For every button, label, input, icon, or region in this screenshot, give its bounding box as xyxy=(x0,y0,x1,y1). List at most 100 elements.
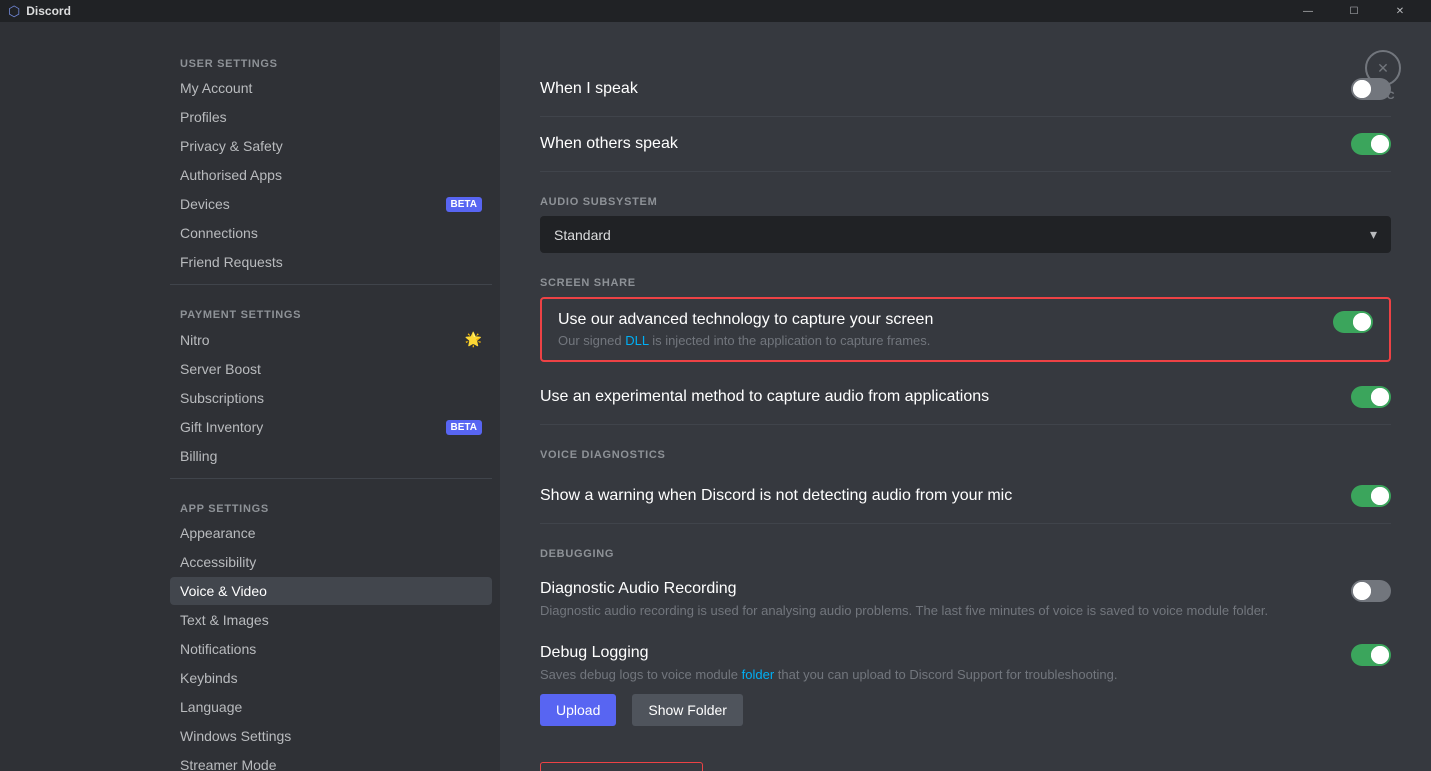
advanced-capture-toggle-circle: ✓ xyxy=(1353,313,1371,331)
voice-warning-toggle-circle: ✓ xyxy=(1371,487,1389,505)
advanced-capture-desc: Our signed DLL is injected into the appl… xyxy=(558,333,1317,348)
sidebar-item-label: Accessibility xyxy=(180,554,256,570)
divider-1 xyxy=(170,284,492,285)
sidebar-item-profiles[interactable]: Profiles xyxy=(170,103,492,131)
toggle-check-icon-2: ✓ xyxy=(1357,316,1366,329)
sidebar-inner: USER SETTINGS My Account Profiles Privac… xyxy=(0,22,500,771)
content-area: ✕ ESC When I speak ✕ When others speak ✓… xyxy=(500,22,1431,771)
sidebar-item-label: Billing xyxy=(180,448,217,464)
payment-settings-section-label: PAYMENT SETTINGS xyxy=(170,293,492,325)
sidebar-item-privacy-safety[interactable]: Privacy & Safety xyxy=(170,132,492,160)
sidebar-item-friend-requests[interactable]: Friend Requests xyxy=(170,248,492,276)
sidebar-item-label: Language xyxy=(180,699,242,715)
maximize-button[interactable]: ☐ xyxy=(1331,0,1377,22)
close-button[interactable]: ✕ xyxy=(1377,0,1423,22)
voice-warning-toggle[interactable]: ✓ xyxy=(1351,485,1391,507)
title-bar-left: ⬡ Discord xyxy=(8,3,71,20)
when-others-speak-toggle-circle: ✓ xyxy=(1371,135,1389,153)
advanced-capture-toggle[interactable]: ✓ xyxy=(1333,311,1373,333)
sidebar-item-label: Profiles xyxy=(180,109,227,125)
sidebar-item-notifications[interactable]: Notifications xyxy=(170,635,492,663)
debugging-section-header: DEBUGGING xyxy=(540,548,1391,560)
sidebar-item-gift-inventory[interactable]: Gift Inventory BETA xyxy=(170,413,492,441)
toggle-x-icon: ✕ xyxy=(1357,83,1366,96)
devices-beta-badge: BETA xyxy=(446,197,482,212)
experimental-audio-label: Use an experimental method to capture au… xyxy=(540,388,989,406)
sidebar-item-accessibility[interactable]: Accessibility xyxy=(170,548,492,576)
advanced-capture-dll-link[interactable]: DLL xyxy=(625,333,648,348)
experimental-audio-toggle-circle: ✓ xyxy=(1371,388,1389,406)
sidebar-item-streamer-mode[interactable]: Streamer Mode xyxy=(170,751,492,771)
minimize-button[interactable]: — xyxy=(1285,0,1331,22)
advanced-capture-row: Use our advanced technology to capture y… xyxy=(540,297,1391,362)
sidebar-item-label: Subscriptions xyxy=(180,390,264,406)
voice-diagnostics-section-header: VOICE DIAGNOSTICS xyxy=(540,449,1391,461)
sidebar-item-label: Nitro xyxy=(180,332,210,348)
advanced-capture-desc-pre: Our signed xyxy=(558,333,625,348)
screen-share-section-header: SCREEN SHARE xyxy=(540,277,1391,289)
gift-inventory-beta-badge: BETA xyxy=(446,420,482,435)
sidebar-item-subscriptions[interactable]: Subscriptions xyxy=(170,384,492,412)
advanced-capture-title: Use our advanced technology to capture y… xyxy=(558,311,1317,329)
voice-warning-row: Show a warning when Discord is not detec… xyxy=(540,469,1391,524)
sidebar-item-label: Connections xyxy=(180,225,258,241)
sidebar-item-label: Text & Images xyxy=(180,612,269,628)
experimental-audio-toggle[interactable]: ✓ xyxy=(1351,386,1391,408)
diagnostic-recording-toggle[interactable]: ✕ xyxy=(1351,580,1391,602)
diagnostic-recording-title: Diagnostic Audio Recording xyxy=(540,580,1335,598)
sidebar-item-server-boost[interactable]: Server Boost xyxy=(170,355,492,383)
diagnostic-recording-content: Diagnostic Audio Recording Diagnostic au… xyxy=(540,580,1335,620)
sidebar-item-label: Streamer Mode xyxy=(180,757,276,771)
sidebar-item-label: Appearance xyxy=(180,525,256,541)
audio-subsystem-dropdown[interactable]: Standard ▾ xyxy=(540,216,1391,253)
sidebar-item-connections[interactable]: Connections xyxy=(170,219,492,247)
sidebar-item-label: Voice & Video xyxy=(180,583,267,599)
when-i-speak-toggle[interactable]: ✕ xyxy=(1351,78,1391,100)
divider-2 xyxy=(170,478,492,479)
sidebar-item-text-images[interactable]: Text & Images xyxy=(170,606,492,634)
sidebar-item-label: Authorised Apps xyxy=(180,167,282,183)
reset-section: Reset Voice Settings xyxy=(540,762,1391,771)
audio-subsystem-value: Standard xyxy=(554,227,611,243)
sidebar-item-appearance[interactable]: Appearance xyxy=(170,519,492,547)
toggle-x-icon-2: ✕ xyxy=(1357,585,1366,598)
sidebar-item-language[interactable]: Language xyxy=(170,693,492,721)
sidebar-item-label: Server Boost xyxy=(180,361,261,377)
when-i-speak-row: When I speak ✕ xyxy=(540,62,1391,117)
sidebar-item-keybinds[interactable]: Keybinds xyxy=(170,664,492,692)
sidebar-item-my-account[interactable]: My Account xyxy=(170,74,492,102)
sidebar-item-nitro[interactable]: Nitro 🌟 xyxy=(170,325,492,354)
sidebar-item-billing[interactable]: Billing xyxy=(170,442,492,470)
debug-logging-desc-pre: Saves debug logs to voice module xyxy=(540,667,742,682)
debug-logging-desc-post: that you can upload to Discord Support f… xyxy=(774,667,1117,682)
debug-logging-folder-link[interactable]: folder xyxy=(742,667,775,682)
sidebar-item-label: Privacy & Safety xyxy=(180,138,283,154)
debug-logging-title: Debug Logging xyxy=(540,644,1335,662)
sidebar-item-authorised-apps[interactable]: Authorised Apps xyxy=(170,161,492,189)
title-bar: ⬡ Discord — ☐ ✕ xyxy=(0,0,1431,22)
advanced-capture-content: Use our advanced technology to capture y… xyxy=(558,311,1317,348)
diagnostic-recording-row: Diagnostic Audio Recording Diagnostic au… xyxy=(540,568,1391,632)
when-others-speak-toggle[interactable]: ✓ xyxy=(1351,133,1391,155)
audio-subsystem-section-header: AUDIO SUBSYSTEM xyxy=(540,196,1391,208)
sidebar-item-windows-settings[interactable]: Windows Settings xyxy=(170,722,492,750)
debug-logging-toggle[interactable]: ✓ xyxy=(1351,644,1391,666)
toggle-check-icon-3: ✓ xyxy=(1375,391,1384,404)
when-others-speak-label: When others speak xyxy=(540,135,678,153)
when-others-speak-row: When others speak ✓ xyxy=(540,117,1391,172)
sidebar-item-voice-video[interactable]: Voice & Video xyxy=(170,577,492,605)
diagnostic-recording-desc: Diagnostic audio recording is used for a… xyxy=(540,602,1335,620)
reset-voice-settings-button[interactable]: Reset Voice Settings xyxy=(540,762,703,771)
advanced-capture-desc-post: is injected into the application to capt… xyxy=(649,333,931,348)
show-folder-button[interactable]: Show Folder xyxy=(632,694,743,726)
when-i-speak-label: When I speak xyxy=(540,80,638,98)
debug-logging-row: Debug Logging Saves debug logs to voice … xyxy=(540,632,1391,738)
user-settings-section-label: USER SETTINGS xyxy=(170,42,492,74)
upload-button[interactable]: Upload xyxy=(540,694,616,726)
sidebar-item-label: Keybinds xyxy=(180,670,238,686)
sidebar: USER SETTINGS My Account Profiles Privac… xyxy=(0,22,500,771)
sidebar-item-devices[interactable]: Devices BETA xyxy=(170,190,492,218)
toggle-check-icon-5: ✓ xyxy=(1375,649,1384,662)
voice-warning-label: Show a warning when Discord is not detec… xyxy=(540,487,1012,505)
app-settings-section-label: APP SETTINGS xyxy=(170,487,492,519)
